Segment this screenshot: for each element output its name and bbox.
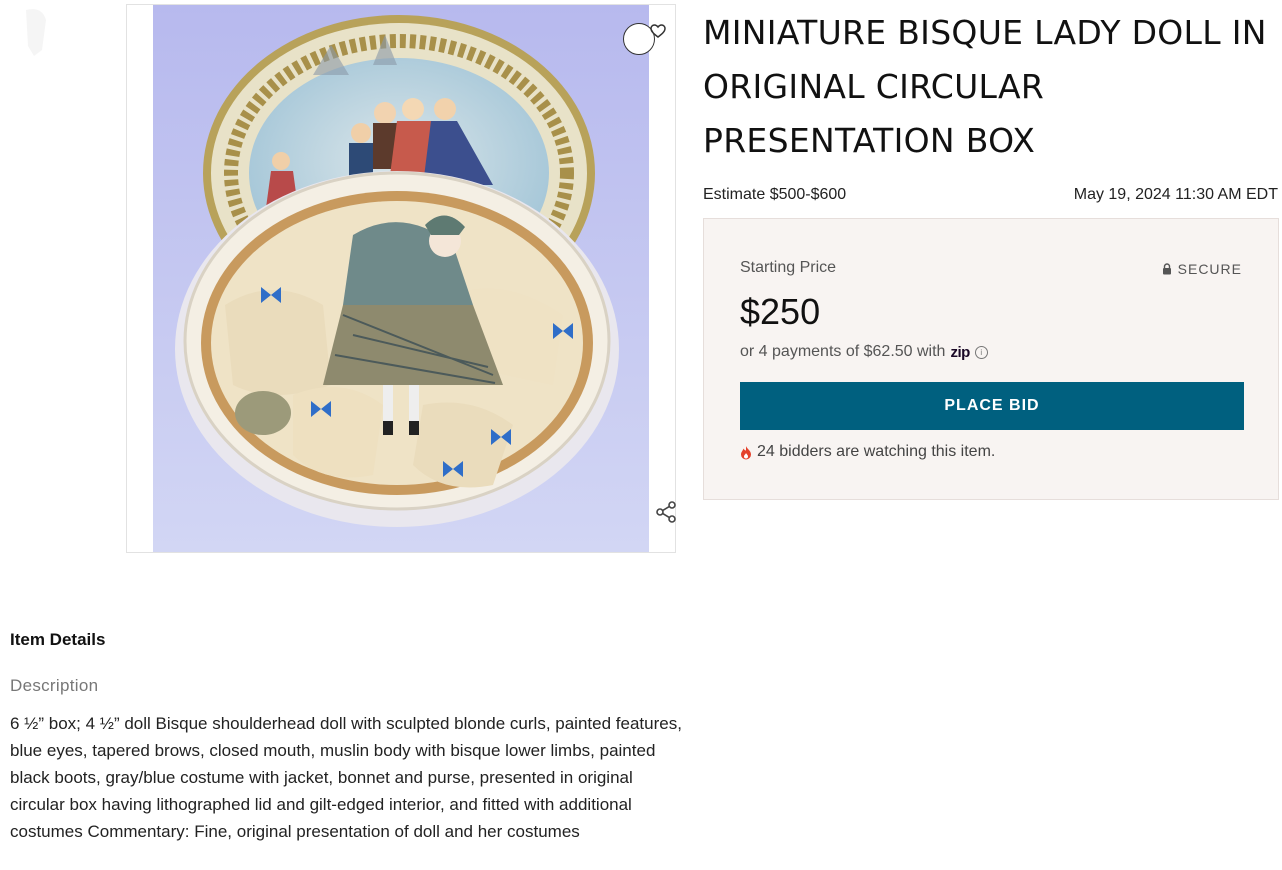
- sale-date: May 19, 2024 11:30 AM EDT: [1073, 186, 1278, 203]
- favorite-button[interactable]: [623, 23, 666, 55]
- bid-panel: Starting Price SECURE $250 or 4 payments…: [703, 218, 1279, 500]
- heart-icon: [650, 24, 666, 38]
- payment-plan-text: or 4 payments of $62.50 with: [740, 343, 946, 360]
- secure-label: SECURE: [1177, 261, 1242, 277]
- info-icon[interactable]: i: [974, 345, 988, 359]
- secure-badge: SECURE: [1162, 261, 1242, 277]
- flame-icon: [741, 445, 751, 459]
- share-button[interactable]: [627, 499, 676, 525]
- item-details-heading: Item Details: [10, 630, 106, 649]
- gallery-thumbnail[interactable]: [12, 6, 54, 58]
- description-text: 6 ½” box; 4 ½” doll Bisque shoulderhead …: [10, 714, 682, 841]
- watchers-notice: 24 bidders are watching this item.: [740, 443, 995, 461]
- estimate-text: Estimate $500-$600: [703, 186, 847, 203]
- lock-icon: [1162, 263, 1171, 275]
- zip-logo: zip: [950, 343, 970, 361]
- place-bid-button[interactable]: PLACE BID: [740, 382, 1244, 430]
- description-label: Description: [10, 676, 99, 695]
- lot-title: MINIATURE BISQUE LADY DOLL IN ORIGINAL C…: [703, 13, 1267, 160]
- payment-plan: or 4 payments of $62.50 with zip i: [740, 343, 988, 361]
- starting-price-label: Starting Price: [740, 259, 837, 276]
- share-icon: [656, 501, 676, 523]
- product-image[interactable]: [153, 5, 649, 552]
- watchers-text: 24 bidders are watching this item.: [757, 443, 996, 460]
- product-image-frame: [126, 4, 676, 553]
- starting-price: $250: [740, 291, 821, 332]
